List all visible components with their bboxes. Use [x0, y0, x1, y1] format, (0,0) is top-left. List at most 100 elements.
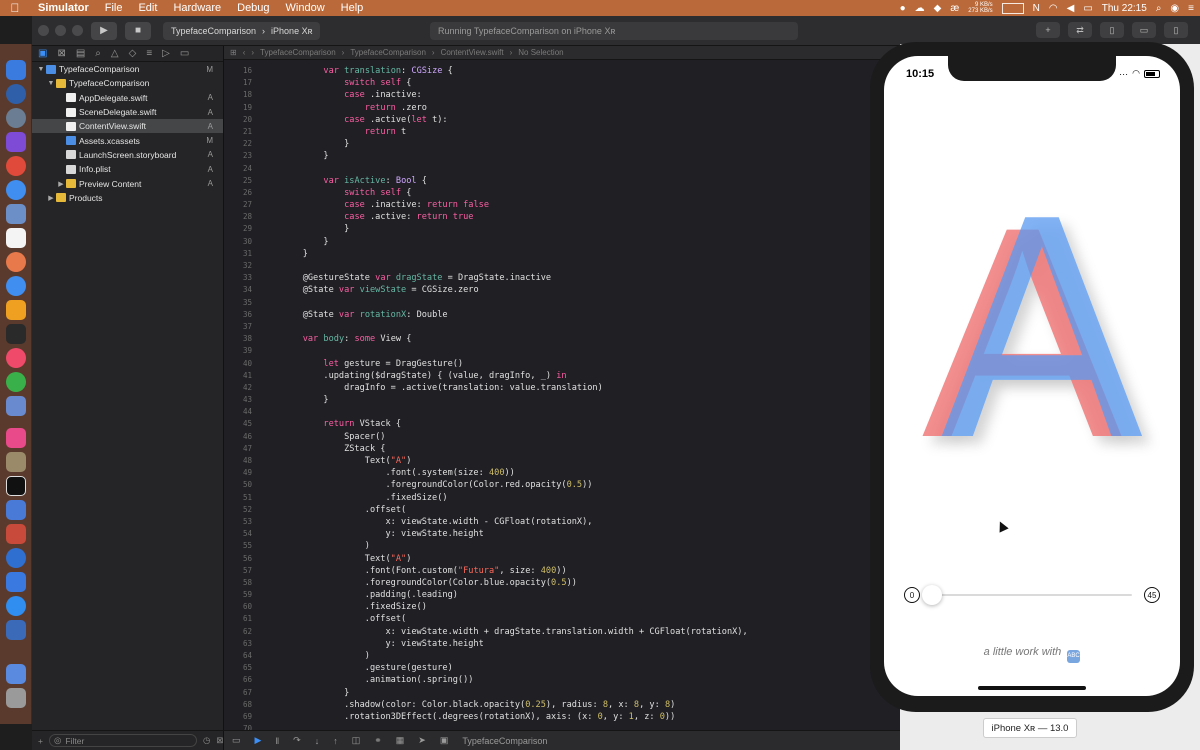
- code-line[interactable]: 19 return .zero: [224, 102, 900, 114]
- preview-icon[interactable]: [6, 204, 26, 224]
- back-icon[interactable]: ‹: [243, 48, 246, 57]
- code-line[interactable]: 65 .gesture(gesture): [224, 662, 900, 674]
- music-icon[interactable]: [6, 348, 26, 368]
- code-line[interactable]: 35: [224, 297, 900, 309]
- bottom-panel-icon[interactable]: ▭: [1132, 22, 1156, 38]
- code-line[interactable]: 58 .foregroundColor(Color.blue.opacity(0…: [224, 577, 900, 589]
- code-line[interactable]: 37: [224, 321, 900, 333]
- futura-font-a-glyph[interactable]: A: [939, 158, 1145, 507]
- code-line[interactable]: 61 .offset(: [224, 613, 900, 625]
- code-line[interactable]: 69 .rotation3DEffect(.degrees(rotationX)…: [224, 711, 900, 723]
- code-line[interactable]: 50 .foregroundColor(Color.red.opacity(0.…: [224, 479, 900, 491]
- utility-icon[interactable]: [6, 452, 26, 472]
- code-line[interactable]: 53 x: viewState.width - CGFloat(rotation…: [224, 516, 900, 528]
- code-line[interactable]: 68 .shadow(color: Color.black.opacity(0.…: [224, 699, 900, 711]
- messages-icon[interactable]: [6, 276, 26, 296]
- notion-icon[interactable]: [6, 476, 26, 496]
- add-editor-icon[interactable]: +: [1036, 22, 1060, 38]
- code-line[interactable]: 17 switch self {: [224, 77, 900, 89]
- report-icon[interactable]: ▭: [180, 48, 189, 59]
- swap-icon[interactable]: ⇄: [1068, 22, 1092, 38]
- tree-row[interactable]: LaunchScreen.storyboard A: [32, 148, 223, 162]
- code-line[interactable]: 28 case .active: return true: [224, 211, 900, 223]
- iphone-screen[interactable]: 10:15 ··· ◠ A A 0 45 a little work with …: [884, 56, 1180, 696]
- record-icon[interactable]: ●: [900, 3, 906, 14]
- code-line[interactable]: 18 case .inactive:: [224, 89, 900, 101]
- step-out-icon[interactable]: ↑: [333, 736, 338, 746]
- omnifocus-icon[interactable]: [6, 132, 26, 152]
- menu-edit[interactable]: Edit: [130, 2, 165, 14]
- disclosure-open-icon[interactable]: ▼: [36, 66, 46, 73]
- dropbox-icon[interactable]: ◆: [934, 3, 942, 14]
- code-line[interactable]: 42 dragInfo = .active(translation: value…: [224, 382, 900, 394]
- finder-icon[interactable]: [6, 60, 26, 80]
- code-line[interactable]: 16 var translation: CGSize {: [224, 65, 900, 77]
- sketch-mirror-icon[interactable]: [6, 572, 26, 592]
- disclosure-closed-icon[interactable]: ▶: [46, 194, 56, 202]
- menu-window[interactable]: Window: [278, 2, 333, 14]
- figma-icon[interactable]: [6, 428, 26, 448]
- code-line[interactable]: 59 .padding(.leading): [224, 589, 900, 601]
- photos-icon[interactable]: [6, 252, 26, 272]
- hide-debug-area-icon[interactable]: ▭: [232, 735, 241, 746]
- tree-row[interactable]: ▼ TypefaceComparison M: [32, 62, 223, 76]
- code-line[interactable]: 56 Text("A"): [224, 553, 900, 565]
- tree-row[interactable]: AppDelegate.swift A: [32, 91, 223, 105]
- run-button[interactable]: ▶: [91, 21, 117, 40]
- code-line[interactable]: 39: [224, 345, 900, 357]
- menu-hardware[interactable]: Hardware: [165, 2, 229, 14]
- cloud-icon[interactable]: ☁: [915, 3, 925, 14]
- test-icon[interactable]: ◇: [129, 48, 137, 59]
- menu-app-name[interactable]: Simulator: [30, 2, 97, 14]
- memory-graph-icon[interactable]: ⚭: [374, 735, 382, 746]
- code-line[interactable]: 26 switch self {: [224, 187, 900, 199]
- xcode-icon[interactable]: [6, 396, 26, 416]
- related-items-icon[interactable]: ⊞: [230, 48, 237, 57]
- right-panel-icon[interactable]: ▯: [1164, 22, 1188, 38]
- code-line[interactable]: 25 var isActive: Bool {: [224, 175, 900, 187]
- breakpoint-icon[interactable]: ▷: [162, 48, 170, 59]
- code-line[interactable]: 60 .fixedSize(): [224, 601, 900, 613]
- code-line[interactable]: 66 .animation(.spring()): [224, 674, 900, 686]
- code-line[interactable]: 27 case .inactive: return false: [224, 199, 900, 211]
- code-line[interactable]: 63 y: viewState.height: [224, 638, 900, 650]
- menu-debug[interactable]: Debug: [229, 2, 277, 14]
- left-panel-icon[interactable]: ▯: [1100, 22, 1124, 38]
- menu-extras-icon[interactable]: ≡: [1188, 3, 1194, 14]
- dictionary-icon[interactable]: [6, 524, 26, 544]
- source-control-filter-icon[interactable]: ⊠: [216, 735, 223, 746]
- tree-row[interactable]: ▼ TypefaceComparison: [32, 76, 223, 90]
- breadcrumb-project[interactable]: TypefaceComparison: [260, 48, 336, 57]
- find-icon[interactable]: ⌕: [95, 48, 101, 59]
- code-line[interactable]: 34 @State var viewState = CGSize.zero: [224, 284, 900, 296]
- spotlight-search-icon[interactable]: ⌕: [1156, 3, 1162, 14]
- environment-overrides-icon[interactable]: ▦: [396, 735, 405, 746]
- code-area[interactable]: 16 var translation: CGSize {17 switch se…: [224, 65, 900, 735]
- tree-row[interactable]: ▶ Preview Content A: [32, 176, 223, 190]
- code-line[interactable]: 67 }: [224, 687, 900, 699]
- code-line[interactable]: 47 ZStack {: [224, 443, 900, 455]
- symbol-icon[interactable]: ▤: [76, 48, 85, 59]
- pause-icon[interactable]: ‖: [275, 736, 279, 746]
- code-line[interactable]: 36 @State var rotationX: Double: [224, 309, 900, 321]
- view-debugger-icon[interactable]: ◫: [352, 735, 361, 746]
- code-line[interactable]: 55 ): [224, 540, 900, 552]
- simulate-location-icon[interactable]: ➤: [418, 735, 426, 746]
- downloads-folder-icon[interactable]: [6, 664, 26, 684]
- volume-icon[interactable]: ◀: [1067, 3, 1075, 14]
- zoom-window-button[interactable]: [72, 25, 83, 36]
- add-file-icon[interactable]: +: [38, 736, 43, 746]
- menu-help[interactable]: Help: [333, 2, 372, 14]
- tree-row[interactable]: ContentView.swift A: [32, 119, 223, 134]
- code-line[interactable]: 24: [224, 163, 900, 175]
- code-line[interactable]: 52 .offset(: [224, 504, 900, 516]
- code-line[interactable]: 48 Text("A"): [224, 455, 900, 467]
- user-avatar-icon[interactable]: ◉: [1170, 3, 1179, 14]
- menu-file[interactable]: File: [97, 2, 131, 14]
- tree-row[interactable]: ▶ Products: [32, 191, 223, 205]
- breadcrumb-selection[interactable]: No Selection: [518, 48, 563, 57]
- code-line[interactable]: 23 }: [224, 150, 900, 162]
- code-line[interactable]: 30 }: [224, 236, 900, 248]
- warning-icon[interactable]: △: [111, 48, 119, 59]
- code-line[interactable]: 44: [224, 406, 900, 418]
